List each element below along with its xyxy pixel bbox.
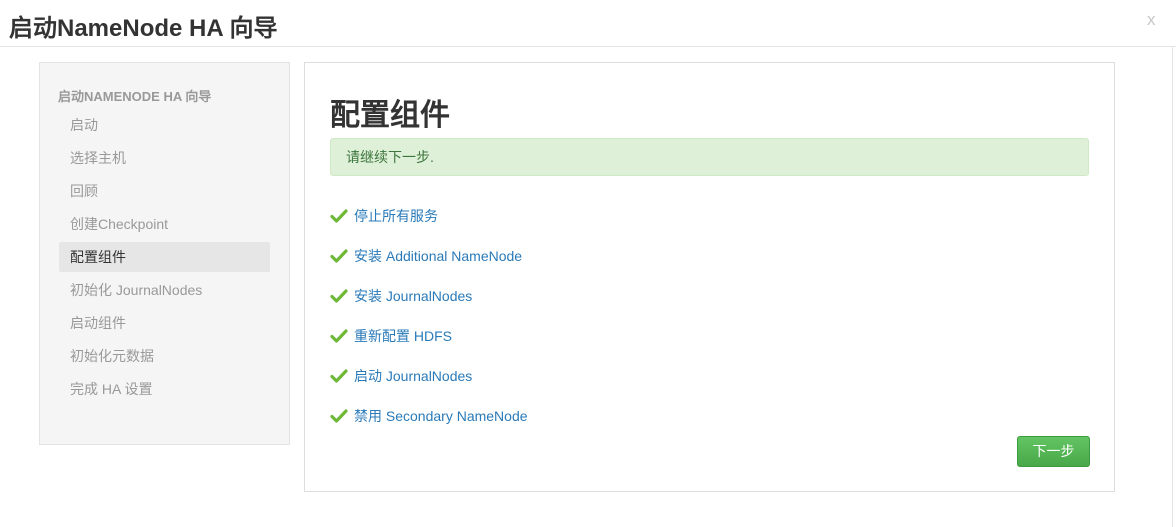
task-label[interactable]: 禁用 Secondary NameNode	[354, 406, 528, 426]
task-item: 重新配置 HDFS	[330, 325, 452, 347]
wizard-content: 配置组件 请继续下一步. 停止所有服务 安装 Additional NameNo…	[304, 62, 1115, 492]
sidebar-item-review[interactable]: 回顾	[59, 176, 270, 206]
task-label[interactable]: 启动 JournalNodes	[354, 366, 472, 386]
sidebar-item-configure-components[interactable]: 配置组件	[59, 242, 270, 272]
wizard-sidebar: 启动NAMENODE HA 向导 启动 选择主机 回顾 创建Checkpoint…	[39, 62, 290, 445]
task-item: 安装 Additional NameNode	[330, 245, 522, 267]
sidebar-item-init-metadata[interactable]: 初始化元数据	[59, 341, 270, 371]
modal-title: 启动NameNode HA 向导	[9, 15, 278, 42]
sidebar-item-finish-ha-setup[interactable]: 完成 HA 设置	[59, 374, 270, 404]
task-item: 安装 JournalNodes	[330, 285, 472, 307]
sidebar-header: 启动NAMENODE HA 向导	[58, 89, 212, 104]
task-label[interactable]: 重新配置 HDFS	[354, 326, 452, 346]
check-icon	[330, 289, 348, 303]
sidebar-item-init-journalnodes[interactable]: 初始化 JournalNodes	[59, 275, 270, 305]
check-icon	[330, 329, 348, 343]
modal-edge	[1172, 47, 1173, 527]
task-item: 启动 JournalNodes	[330, 365, 472, 387]
task-label[interactable]: 停止所有服务	[354, 206, 438, 226]
task-label[interactable]: 安装 Additional NameNode	[354, 246, 522, 266]
sidebar-item-create-checkpoint[interactable]: 创建Checkpoint	[59, 209, 270, 239]
check-icon	[330, 249, 348, 263]
sidebar-item-start[interactable]: 启动	[59, 110, 270, 140]
task-item: 停止所有服务	[330, 205, 438, 227]
check-icon	[330, 369, 348, 383]
task-item: 禁用 Secondary NameNode	[330, 405, 528, 427]
close-button[interactable]: x	[1147, 10, 1156, 30]
success-alert: 请继续下一步.	[330, 138, 1089, 176]
sidebar-item-select-hosts[interactable]: 选择主机	[59, 143, 270, 173]
page-title: 配置组件	[330, 99, 450, 132]
sidebar-item-start-components[interactable]: 启动组件	[59, 308, 270, 338]
check-icon	[330, 409, 348, 423]
modal-header: 启动NameNode HA 向导 x	[0, 0, 1176, 47]
check-icon	[330, 209, 348, 223]
next-button[interactable]: 下一步	[1017, 436, 1090, 467]
task-label[interactable]: 安装 JournalNodes	[354, 286, 472, 306]
